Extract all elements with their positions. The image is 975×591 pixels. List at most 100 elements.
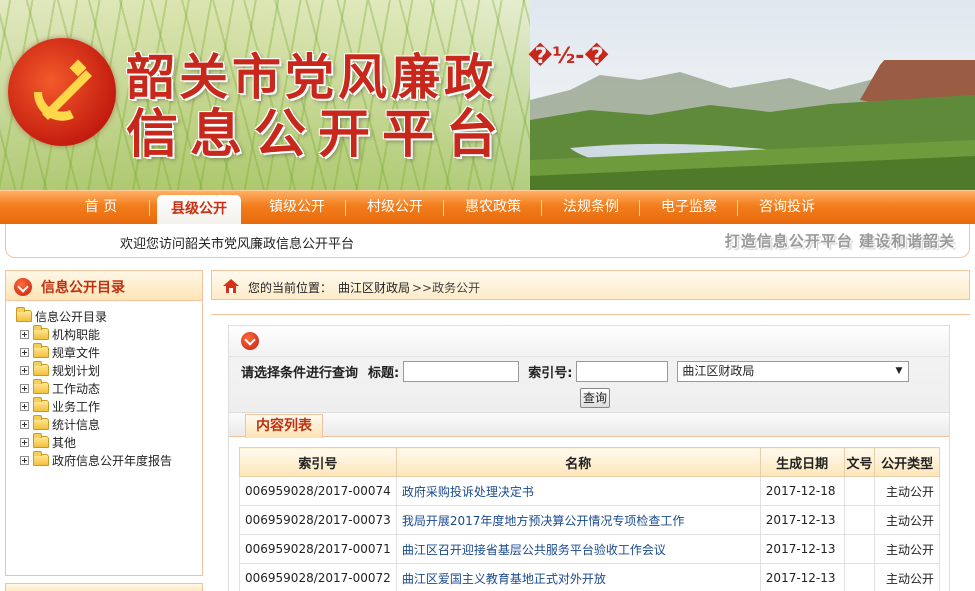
chevron-down-icon (241, 332, 259, 350)
column-header: 生成日期 (759, 447, 845, 477)
cell-type: 主动公开 (874, 505, 940, 535)
cell-type: 主动公开 (874, 563, 940, 591)
tab-content-list[interactable]: 内容列表 (245, 414, 323, 438)
garbled-text: �½-� (528, 44, 609, 69)
sidebar-second-panel (5, 583, 203, 591)
cell-name-link[interactable]: 曲江区爱国主义教育基地正式对外开放 (395, 563, 761, 591)
tree-item-statistics[interactable]: 统计信息 (20, 415, 172, 433)
cell-date: 2017-12-13 (759, 505, 845, 535)
nav-item-county[interactable]: 县级公开 (157, 195, 241, 226)
folder-icon (33, 325, 49, 340)
folder-icon (33, 361, 49, 376)
cell-doc-no (843, 534, 876, 564)
nav-item-home[interactable]: 首 页 (52, 191, 150, 225)
sidebar-directory: 信息公开目录 信息公开目录 机构职能 规章文件 规划计划 工作动态 业务工作 统… (5, 270, 203, 576)
cell-index: 006959028/2017-00074 (239, 476, 397, 506)
query-prompt: 请选择条件进行查询 (241, 365, 359, 381)
tree-item-label[interactable]: 业务工作 (52, 398, 100, 415)
header-banner: 韶关市党风廉政 信息公开平台 �½-� (0, 0, 975, 190)
folder-icon (33, 433, 49, 448)
sidebar-title: 信息公开目录 (41, 280, 125, 296)
cell-index: 006959028/2017-00071 (239, 534, 397, 564)
tree-item-business[interactable]: 业务工作 (20, 397, 172, 415)
chevron-down-icon (14, 278, 32, 296)
breadcrumb-level2[interactable]: >>政务公开 (412, 279, 480, 296)
expand-icon[interactable] (20, 455, 29, 465)
query-button[interactable]: 查询 (580, 388, 610, 408)
cell-date: 2017-12-18 (759, 476, 845, 506)
dropdown-arrow-icon[interactable]: ▼ (896, 362, 903, 381)
folder-icon (33, 415, 49, 430)
expand-icon[interactable] (20, 329, 29, 339)
expand-icon[interactable] (20, 401, 29, 411)
page: 韶关市党风廉政 信息公开平台 �½-� 首 页 县级公开 镇级公开 村级公开 惠… (0, 0, 975, 591)
table-row: 006959028/2017-00072 曲江区爱国主义教育基地正式对外开放 2… (239, 563, 940, 591)
expand-icon[interactable] (20, 347, 29, 357)
tree-item-label[interactable]: 规章文件 (52, 344, 100, 361)
tree-item-annual-report[interactable]: 政府信息公开年度报告 (20, 451, 172, 469)
cell-name-link[interactable]: 我局开展2017年度地方预决算公开情况专项检查工作 (395, 505, 761, 535)
main-nav: 首 页 县级公开 镇级公开 村级公开 惠农政策 法规条例 电子监察 咨询投诉 (0, 190, 975, 226)
directory-tree: 信息公开目录 机构职能 规章文件 规划计划 工作动态 业务工作 统计信息 其他 … (16, 307, 172, 469)
folder-icon (33, 343, 49, 358)
table-row: 006959028/2017-00073 我局开展2017年度地方预决算公开情况… (239, 505, 940, 535)
tree-item-label[interactable]: 统计信息 (52, 416, 100, 433)
index-input[interactable] (576, 360, 669, 382)
tree-item-rules[interactable]: 规章文件 (20, 343, 172, 361)
nav-item-agri-policy[interactable]: 惠农政策 (444, 191, 542, 225)
title-input[interactable] (403, 360, 520, 382)
tree-root[interactable]: 信息公开目录 (16, 307, 172, 325)
title-label: 标题: (368, 365, 400, 381)
expand-icon[interactable] (20, 365, 29, 375)
breadcrumb-level1[interactable]: 曲江区财政局 (338, 279, 410, 296)
query-panel: 请选择条件进行查询 标题: 索引号: 曲江区财政局 ▼ 查询 (228, 325, 950, 413)
table-header-row: 索引号 名称 生成日期 文号 公开类型 (239, 447, 940, 477)
expand-icon[interactable] (20, 383, 29, 393)
nav-item-village[interactable]: 村级公开 (346, 191, 444, 225)
query-row: 请选择条件进行查询 标题: 索引号: 曲江区财政局 ▼ (241, 360, 910, 382)
nav-item-town[interactable]: 镇级公开 (248, 191, 346, 225)
department-select[interactable]: 曲江区财政局 ▼ (677, 360, 910, 382)
tree-item-label[interactable]: 机构职能 (52, 326, 100, 343)
expand-icon[interactable] (20, 437, 29, 447)
cell-name-link[interactable]: 曲江区召开迎接省基层公共服务平台验收工作会议 (395, 534, 761, 564)
tree-item-other[interactable]: 其他 (20, 433, 172, 451)
department-selected-value: 曲江区财政局 (682, 363, 755, 378)
column-header: 公开类型 (874, 447, 940, 477)
tree-item-label[interactable]: 政府信息公开年度报告 (52, 452, 172, 469)
table-row: 006959028/2017-00074 政府采购投诉处理决定书 2017-12… (239, 476, 940, 506)
cell-name-link[interactable]: 政府采购投诉处理决定书 (395, 476, 761, 506)
cell-type: 主动公开 (874, 534, 940, 564)
welcome-text: 欢迎您访问韶关市党风廉政信息公开平台 (120, 237, 355, 252)
tree-item-org-functions[interactable]: 机构职能 (20, 325, 172, 343)
tree-root-label: 信息公开目录 (35, 309, 108, 324)
cell-date: 2017-12-13 (759, 534, 845, 564)
party-emblem-logo (8, 38, 116, 146)
cell-doc-no (843, 563, 876, 591)
cell-doc-no (843, 505, 876, 535)
tree-item-news[interactable]: 工作动态 (20, 379, 172, 397)
welcome-bar: 欢迎您访问韶关市党风廉政信息公开平台 打造信息公开平台 建设和谐韶关 (5, 224, 970, 258)
folder-icon (16, 307, 32, 322)
index-label: 索引号: (528, 365, 573, 381)
folder-icon (33, 397, 49, 412)
tree-item-label[interactable]: 工作动态 (52, 380, 100, 397)
nav-item-complaints[interactable]: 咨询投诉 (738, 191, 836, 225)
folder-icon (33, 451, 49, 466)
tab-bar: 内容列表 (229, 413, 949, 438)
nav-item-regulations[interactable]: 法规条例 (542, 191, 640, 225)
breadcrumb-label: 您的当前位置： (248, 281, 333, 295)
site-title-line2: 信息公开平台 (126, 105, 511, 165)
breadcrumb: 您的当前位置： 曲江区财政局 >>政务公开 (211, 270, 970, 300)
table-row: 006959028/2017-00071 曲江区召开迎接省基层公共服务平台验收工… (239, 534, 940, 564)
cell-type: 主动公开 (874, 476, 940, 506)
divider (229, 356, 949, 357)
nav-item-e-supervision[interactable]: 电子监察 (640, 191, 738, 225)
tree-item-label[interactable]: 规划计划 (52, 362, 100, 379)
mountain-landscape-image (530, 60, 975, 190)
sidebar-header: 信息公开目录 (6, 271, 202, 301)
expand-icon[interactable] (20, 419, 29, 429)
column-header: 索引号 (239, 447, 397, 477)
tree-item-plans[interactable]: 规划计划 (20, 361, 172, 379)
tree-item-label[interactable]: 其他 (52, 434, 76, 451)
